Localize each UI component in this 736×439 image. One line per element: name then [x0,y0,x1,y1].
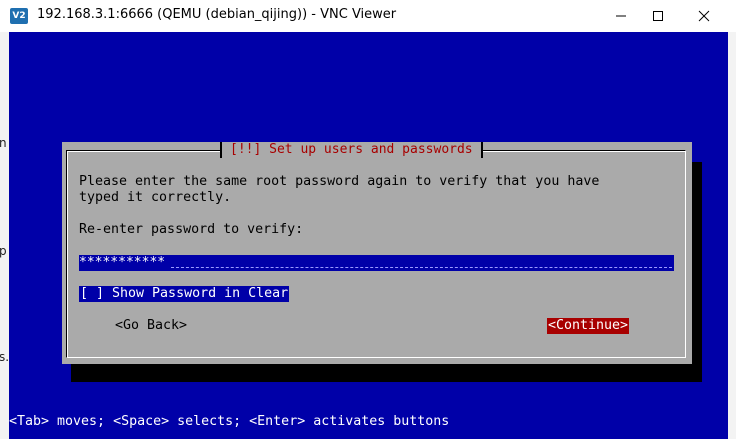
close-button[interactable] [681,0,727,32]
keyboard-help-status-bar: <Tab> moves; <Space> selects; <Enter> ac… [9,414,450,429]
password-mask-text: *********** [79,255,166,270]
password-verify-input[interactable]: *********** [79,255,674,271]
window-right-edge [728,32,736,439]
go-back-button[interactable]: <Go Back> [114,318,188,334]
background-app-edge: n p s. [0,32,9,439]
background-fragment: n [0,136,7,150]
continue-button[interactable]: <Continue> [547,318,630,334]
dialog-message-line2: typed it correctly. [79,190,232,205]
close-icon [698,10,710,22]
installer-dialog: [!!] Set up users and passwords Please e… [62,142,692,364]
background-fragment: p [0,244,7,258]
vnc-remote-screen[interactable]: [!!] Set up users and passwords Please e… [9,32,728,439]
dialog-title: [!!] Set up users and passwords [220,142,483,158]
input-underline [171,267,672,268]
window-titlebar[interactable]: V2 192.168.3.1:6666 (QEMU (debian_qijing… [0,0,736,32]
window-title: 192.168.3.1:6666 (QEMU (debian_qijing)) … [37,7,397,22]
maximize-button[interactable] [635,0,681,32]
background-fragment: s. [0,350,9,364]
minimize-icon [616,15,626,17]
maximize-icon [653,11,663,21]
show-password-checkbox[interactable]: [ ] Show Password in Clear [79,286,290,302]
password-prompt-label: Re-enter password to verify: [79,222,304,237]
dialog-message-line1: Please enter the same root password agai… [79,174,600,189]
vnc-viewer-app-icon: V2 [10,8,28,24]
